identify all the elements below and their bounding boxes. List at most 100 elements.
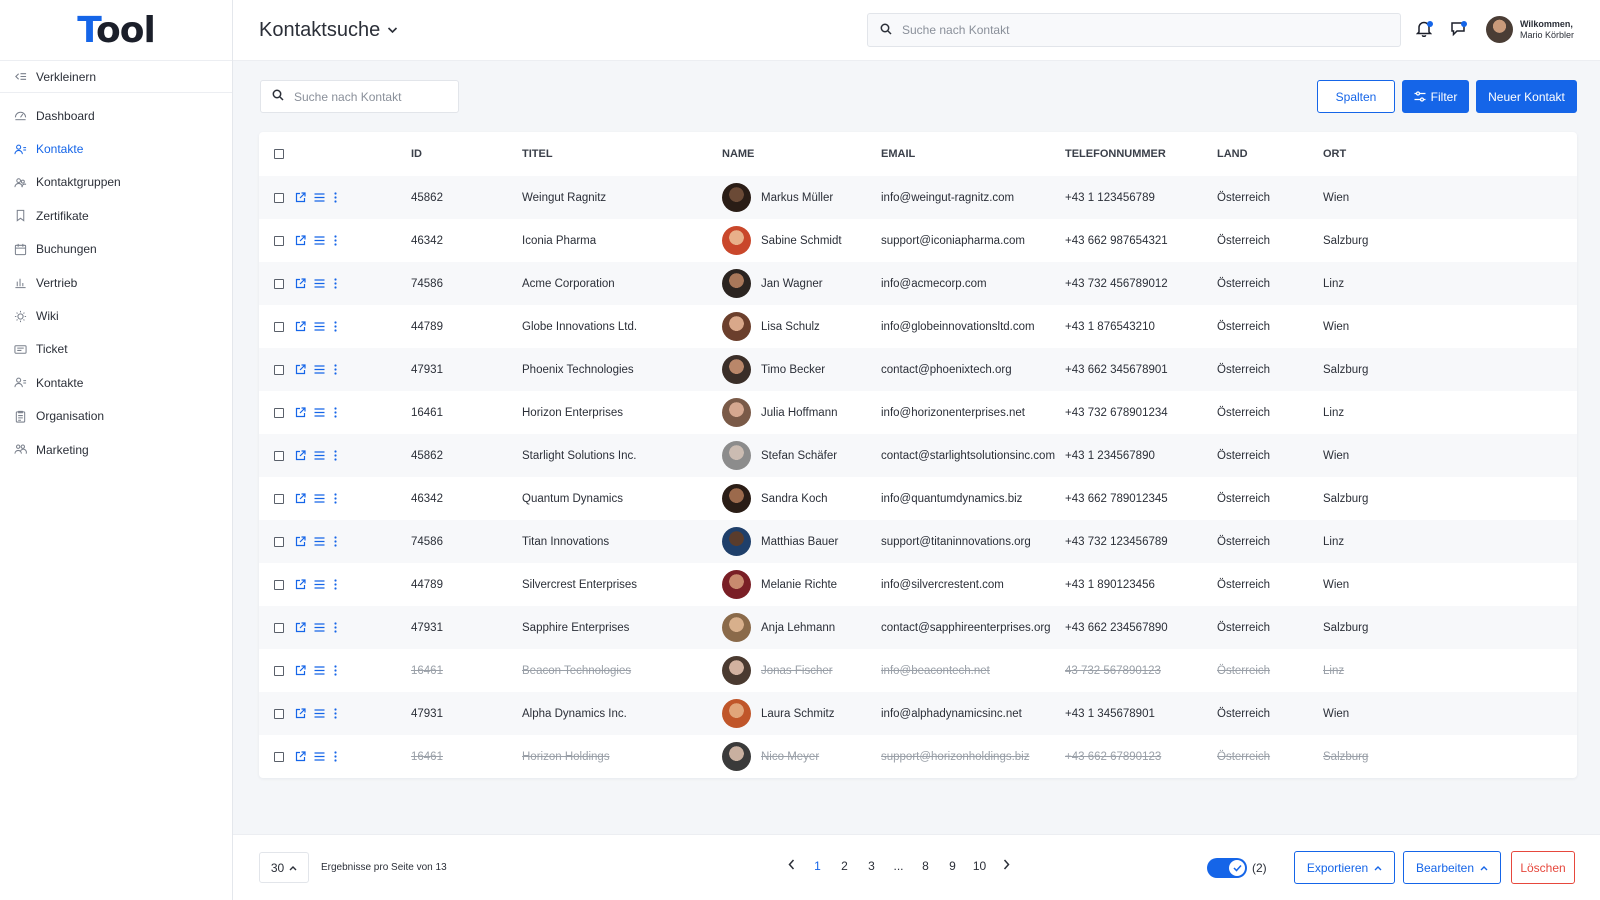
sidebar-item-kontakte[interactable]: Kontakte — [0, 132, 232, 165]
row-checkbox[interactable] — [274, 278, 284, 289]
page-9[interactable]: 9 — [939, 859, 966, 873]
page-2[interactable]: 2 — [831, 859, 858, 873]
more-vertical-icon[interactable] — [330, 665, 340, 676]
open-external-icon[interactable] — [293, 278, 307, 289]
cell-email[interactable]: contact@starlightsolutionsinc.com — [881, 450, 1055, 462]
table-row[interactable]: 44789 Globe Innovations Ltd. Lisa Schulz in… — [259, 305, 1577, 348]
columns-button[interactable]: Spalten — [1317, 80, 1395, 113]
cell-email[interactable]: support@iconiapharma.com — [881, 235, 1025, 247]
table-row[interactable]: 46342 Quantum Dynamics Sandra Koch info@qua… — [259, 477, 1577, 520]
menu-lines-icon[interactable] — [312, 279, 326, 288]
cell-email[interactable]: info@alphadynamicsinc.net — [881, 708, 1022, 720]
sidebar-item-buchungen[interactable]: Buchungen — [0, 233, 232, 266]
row-checkbox[interactable] — [274, 235, 284, 246]
more-vertical-icon[interactable] — [330, 235, 340, 246]
more-vertical-icon[interactable] — [330, 192, 340, 203]
page-1[interactable]: 1 — [804, 859, 831, 873]
more-vertical-icon[interactable] — [330, 450, 340, 461]
table-row[interactable]: 47931 Phoenix Technologies Timo Becker cont… — [259, 348, 1577, 391]
logo[interactable]: Tool — [0, 0, 232, 61]
page-10[interactable]: 10 — [966, 859, 993, 873]
row-checkbox[interactable] — [274, 450, 284, 461]
open-external-icon[interactable] — [293, 536, 307, 547]
sidebar-item-organisation[interactable]: Organisation — [0, 400, 232, 433]
more-vertical-icon[interactable] — [330, 321, 340, 332]
cell-email[interactable]: info@silvercrestent.com — [881, 579, 1004, 591]
open-external-icon[interactable] — [293, 364, 307, 375]
open-external-icon[interactable] — [293, 493, 307, 504]
row-checkbox[interactable] — [274, 407, 284, 418]
column-header-phone[interactable]: TELEFONNUMMER — [1065, 148, 1166, 160]
menu-lines-icon[interactable] — [312, 322, 326, 331]
cell-email[interactable]: support@titaninnovations.org — [881, 536, 1031, 548]
table-row[interactable]: 16461 Beacon Technologies Jonas Fischer inf… — [259, 649, 1577, 692]
open-external-icon[interactable] — [293, 665, 307, 676]
row-checkbox[interactable] — [274, 321, 284, 332]
cell-email[interactable]: info@beacontech.net — [881, 665, 990, 677]
new-contact-button[interactable]: Neuer Kontakt — [1476, 80, 1577, 113]
menu-lines-icon[interactable] — [312, 666, 326, 675]
page-8[interactable]: 8 — [912, 859, 939, 873]
cell-email[interactable]: info@globeinnovationsltd.com — [881, 321, 1035, 333]
page-3[interactable]: 3 — [858, 859, 885, 873]
column-header-name[interactable]: NAME — [722, 148, 754, 160]
more-vertical-icon[interactable] — [330, 622, 340, 633]
row-checkbox[interactable] — [274, 622, 284, 633]
collapse-sidebar-button[interactable]: Verkleinern — [0, 61, 232, 93]
menu-lines-icon[interactable] — [312, 408, 326, 417]
cell-email[interactable]: info@weingut-ragnitz.com — [881, 192, 1014, 204]
row-checkbox[interactable] — [274, 708, 284, 719]
sidebar-item-marketing[interactable]: Marketing — [0, 433, 232, 466]
table-row[interactable]: 16461 Horizon Enterprises Julia Hoffmann in… — [259, 391, 1577, 434]
open-external-icon[interactable] — [293, 321, 307, 332]
column-header-title[interactable]: TITEL — [522, 148, 553, 160]
open-external-icon[interactable] — [293, 235, 307, 246]
menu-lines-icon[interactable] — [312, 537, 326, 546]
select-all-checkbox[interactable] — [274, 149, 284, 159]
sidebar-item-kontaktgruppen[interactable]: Kontaktgruppen — [0, 166, 232, 199]
row-checkbox[interactable] — [274, 364, 284, 375]
header-search-input[interactable] — [902, 23, 1344, 37]
cell-email[interactable]: info@horizonenterprises.net — [881, 407, 1025, 419]
edit-button[interactable]: Bearbeiten — [1403, 851, 1501, 884]
menu-lines-icon[interactable] — [312, 580, 326, 589]
open-external-icon[interactable] — [293, 192, 307, 203]
table-row[interactable]: 74586 Titan Innovations Matthias Bauer supp… — [259, 520, 1577, 563]
chevron-left-icon[interactable] — [778, 859, 804, 873]
more-vertical-icon[interactable] — [330, 278, 340, 289]
messages-button[interactable] — [1447, 19, 1469, 41]
row-checkbox[interactable] — [274, 579, 284, 590]
row-checkbox[interactable] — [274, 192, 284, 203]
open-external-icon[interactable] — [293, 708, 307, 719]
table-row[interactable]: 45862 Starlight Solutions Inc. Stefan Schä… — [259, 434, 1577, 477]
cell-email[interactable]: support@horizonholdings.biz — [881, 751, 1029, 763]
table-row[interactable]: 45862 Weingut Ragnitz Markus Müller info@we… — [259, 176, 1577, 219]
menu-lines-icon[interactable] — [312, 365, 326, 374]
more-vertical-icon[interactable] — [330, 407, 340, 418]
menu-lines-icon[interactable] — [312, 451, 326, 460]
user-menu[interactable]: Wilkommen, Mario Körbler — [1486, 16, 1574, 43]
column-header-id[interactable]: ID — [411, 148, 422, 160]
more-vertical-icon[interactable] — [330, 493, 340, 504]
menu-lines-icon[interactable] — [312, 623, 326, 632]
more-vertical-icon[interactable] — [330, 751, 340, 762]
row-checkbox[interactable] — [274, 493, 284, 504]
column-header-country[interactable]: LAND — [1217, 148, 1248, 160]
notifications-button[interactable] — [1413, 19, 1435, 41]
cell-email[interactable]: info@quantumdynamics.biz — [881, 493, 1022, 505]
menu-lines-icon[interactable] — [312, 752, 326, 761]
table-row[interactable]: 74586 Acme Corporation Jan Wagner info@acme… — [259, 262, 1577, 305]
column-header-city[interactable]: ORT — [1323, 148, 1346, 160]
open-external-icon[interactable] — [293, 751, 307, 762]
table-row[interactable]: 44789 Silvercrest Enterprises Melanie Rich… — [259, 563, 1577, 606]
filter-button[interactable]: Filter — [1402, 80, 1469, 113]
more-vertical-icon[interactable] — [330, 579, 340, 590]
column-header-email[interactable]: EMAIL — [881, 148, 915, 160]
table-row[interactable]: 16461 Horizon Holdings Nico Meyer support@h… — [259, 735, 1577, 778]
sidebar-item-vertrieb[interactable]: Vertrieb — [0, 266, 232, 299]
delete-button[interactable]: Löschen — [1511, 851, 1575, 884]
table-row[interactable]: 46342 Iconia Pharma Sabine Schmidt support@… — [259, 219, 1577, 262]
chevron-right-icon[interactable] — [993, 859, 1019, 873]
more-vertical-icon[interactable] — [330, 536, 340, 547]
per-page-select[interactable]: 30 — [259, 852, 309, 883]
